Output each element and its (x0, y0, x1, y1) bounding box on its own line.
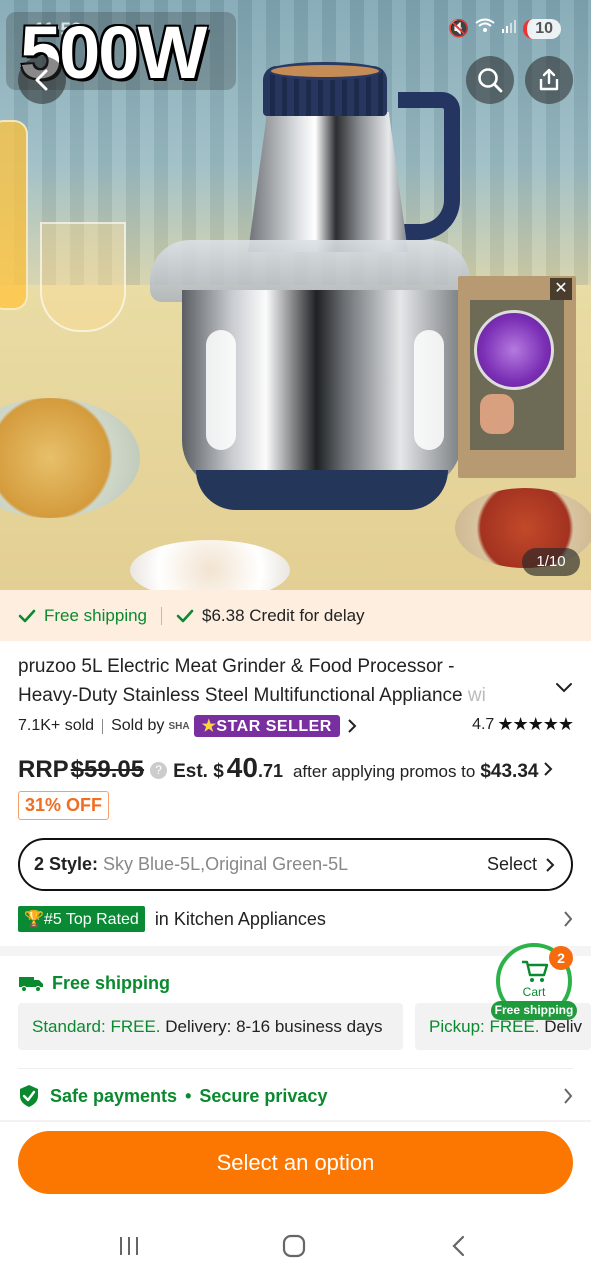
image-counter: 1/10 (522, 548, 580, 576)
hero-juice-glass (0, 120, 28, 310)
free-shipping-label: Free shipping (44, 605, 148, 625)
rating-value: 4.7 (472, 715, 495, 733)
ranking-category: in Kitchen Appliances (154, 908, 326, 929)
standard-delivery-card[interactable]: Standard: FREE. Delivery: 8-16 business … (18, 1003, 403, 1050)
price-row[interactable]: RRP $59.05 ? Est. $ 40 .71 after applyin… (18, 752, 578, 792)
star-icon: ★ (201, 718, 217, 735)
grinder-window-left (206, 330, 236, 450)
trophy-icon: 🏆 (24, 911, 44, 928)
grinder-base (196, 470, 448, 510)
floating-video-thumbnail[interactable]: ✕ (458, 276, 576, 478)
title-line-2-text: Heavy-Duty Stainless Steel Multifunction… (18, 685, 463, 706)
chevron-right-icon[interactable] (562, 1087, 574, 1105)
grinder-lid-top (268, 62, 382, 80)
ranking-row[interactable]: 🏆#5 Top Rated in Kitchen Appliances (18, 905, 573, 933)
style-value: Sky Blue-5L,Original Green-5L (103, 854, 349, 874)
recent-apps-icon[interactable] (117, 1234, 141, 1258)
video-hand (480, 394, 514, 434)
ranking-badge: 🏆#5 Top Rated (18, 906, 145, 932)
hero-wine-glass (40, 222, 126, 332)
wifi-icon (475, 18, 495, 39)
final-price: $43.34 (480, 761, 539, 782)
cart-count-badge: 2 (549, 946, 573, 970)
back-arrow-icon (35, 69, 48, 91)
search-button[interactable] (466, 56, 514, 104)
close-video-icon[interactable]: ✕ (550, 278, 572, 300)
sold-by-label: Sold by (111, 717, 165, 734)
style-label: 2 Style: (34, 854, 99, 874)
share-icon (539, 68, 559, 91)
system-nav-bar (0, 1210, 591, 1280)
chevron-right-icon (546, 857, 555, 872)
home-icon[interactable] (282, 1234, 306, 1258)
truck-icon (19, 977, 43, 992)
promo-text: after applying promos to (292, 762, 476, 781)
free-shipping-title: Free shipping (52, 972, 171, 993)
meta-divider (102, 718, 104, 734)
title-fade: wi (462, 685, 486, 706)
style-select-label: Select (486, 854, 537, 874)
select-option-button[interactable]: Select an option (18, 1131, 573, 1194)
product-hero-image[interactable]: 11:52 500W 🔇 10 ✕ 1/10 (0, 0, 591, 590)
shop-logo: SHA (168, 720, 190, 732)
status-icons: 🔇 10 (448, 18, 561, 39)
divider (18, 1068, 573, 1069)
product-rating[interactable]: 4.7 ★★★★★ (472, 714, 574, 735)
shield-check-icon (20, 1085, 38, 1107)
grinder-handle (398, 92, 460, 240)
section-divider (0, 1120, 591, 1122)
video-purple-bowl (474, 310, 554, 390)
discount-badge: 31% OFF (18, 791, 110, 820)
mute-icon: 🔇 (448, 18, 470, 38)
banner-divider (161, 606, 163, 625)
safety-dot: • (185, 1085, 192, 1106)
product-title[interactable]: pruzoo 5L Electric Meat Grinder & Food P… (18, 652, 548, 710)
grinder-window-right (414, 330, 444, 450)
star-seller-badge: ★STAR SELLER (193, 715, 340, 737)
standard-label: Standard: FREE. (32, 1017, 161, 1036)
section-divider (0, 946, 591, 956)
check-icon (176, 609, 194, 622)
style-selector[interactable]: 2 Style: Sky Blue-5L,Original Green-5L S… (18, 838, 573, 891)
check-icon (18, 609, 36, 622)
chevron-right-icon (348, 719, 357, 733)
back-button[interactable] (18, 56, 66, 104)
share-button[interactable] (525, 56, 573, 104)
nav-back-icon[interactable] (448, 1234, 472, 1258)
help-icon[interactable]: ? (150, 762, 168, 779)
rating-stars-icon: ★★★★★ (497, 714, 574, 734)
search-icon (478, 68, 503, 93)
battery-icon: 10 (523, 18, 561, 39)
credit-label: $6.38 Credit for delay (202, 605, 365, 625)
sold-count: 7.1K+ sold (18, 717, 95, 734)
rrp-label: RRP (18, 756, 69, 783)
product-page: 11:52 500W 🔇 10 ✕ 1/10 Free shipping $6.… (0, 0, 591, 1280)
grinder-motor (248, 112, 408, 252)
safe-payments-row[interactable]: Safe payments • Secure privacy (18, 1082, 578, 1110)
rrp-price: $59.05 (70, 756, 145, 783)
cart-icon (522, 960, 549, 982)
chevron-right-icon[interactable] (562, 910, 574, 928)
est-price-whole: 40 (226, 752, 258, 783)
free-shipping-row[interactable]: Free shipping (18, 970, 418, 996)
standard-detail: Delivery: 8-16 business days (160, 1017, 383, 1036)
signal-icon (501, 18, 517, 39)
cart-free-shipping-badge: Free shipping (491, 1001, 577, 1020)
est-price-cents: .71 (257, 761, 283, 781)
secure-privacy-label: Secure privacy (199, 1085, 328, 1106)
title-line-1: pruzoo 5L Electric Meat Grinder & Food P… (18, 656, 455, 677)
shipping-banner[interactable]: Free shipping $6.38 Credit for delay (0, 590, 591, 641)
safe-payments-label: Safe payments (50, 1085, 178, 1106)
title-line-2: Heavy-Duty Stainless Steel Multifunction… (18, 681, 548, 710)
cart-label: Cart (522, 985, 546, 999)
est-label: Est. $ (173, 761, 224, 782)
chevron-down-icon[interactable] (555, 682, 573, 694)
chevron-right-icon (544, 762, 553, 776)
